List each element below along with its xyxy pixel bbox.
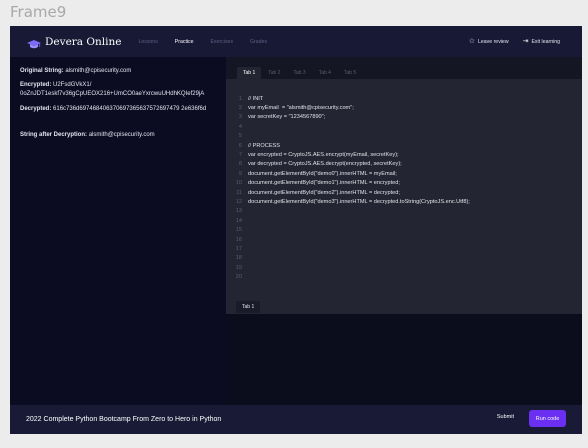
nav-grades[interactable]: Grades (250, 39, 267, 45)
encrypted-string: Encrypted: U2FsdGVkX1/ 0oZnJDT1eskf7v36g… (20, 81, 216, 99)
main-nav: Lessons Practice Exercises Grades (138, 39, 284, 45)
code-line[interactable]: 4 (226, 122, 582, 131)
line-number: 1 (238, 95, 242, 102)
brand[interactable]: Devera Online (27, 36, 121, 48)
code-line[interactable]: 17 (226, 244, 582, 253)
footer-bar: 2022 Complete Python Bootcamp From Zero … (10, 405, 582, 434)
code-line[interactable]: 10 document.getElementById("demo1").inner… (226, 179, 582, 188)
result-panel: Original String: alsmith@cpisecurity.com… (10, 57, 226, 405)
star-icon: ☆ (468, 38, 475, 45)
course-title: 2022 Complete Python Bootcamp From Zero … (26, 416, 222, 423)
code-text: // PROCESS (248, 142, 281, 149)
line-number: 2 (238, 105, 242, 112)
line-number: 6 (238, 142, 242, 149)
code-line[interactable]: 18 (226, 254, 582, 263)
original-label: Original String: (20, 68, 64, 74)
line-number: 8 (238, 161, 242, 168)
code-line[interactable]: 12 document.getElementById("demo3").inner… (226, 197, 582, 206)
line-number: 12 (235, 198, 242, 205)
code-editor[interactable]: Tab 1 Tab 2 Tab 3 Tab 4 Tab 5 1// INIT 2 v… (226, 57, 582, 314)
after-label: String after Decryption: (20, 131, 88, 138)
code-line[interactable]: 20 (226, 272, 582, 281)
code-text: var encrypted = CryptoJS.AES.encrypt(myE… (248, 152, 399, 159)
nav-exercises[interactable]: Exercises (211, 39, 234, 45)
run-code-button[interactable]: Run code (529, 410, 566, 427)
code-line[interactable]: 11 document.getElementById("demo2").inner… (226, 188, 582, 197)
app-window: Devera Online Lessons Practice Exercises… (10, 26, 582, 434)
code-line[interactable]: 13 (226, 207, 582, 216)
code-text: var decrypted = CryptoJS.AES.decrypt(enc… (248, 161, 402, 168)
nav-lessons[interactable]: Lessons (138, 39, 157, 45)
frame-label: Frame9 (10, 3, 67, 21)
nav-practice[interactable]: Practice (175, 39, 194, 45)
encrypted-value-2: 0oZnJDT1eskf7v36gCpUEOX216+UmCO0aeYxrcwu… (20, 91, 205, 98)
decrypted-string: Decrypted: 616c736d697468406370697365637… (20, 105, 216, 114)
code-line[interactable]: 7 var encrypted = CryptoJS.AES.encrypt(my… (226, 150, 582, 159)
encrypted-label: Encrypted: (20, 82, 52, 89)
code-area[interactable]: 1 // INIT 2 var myEmail = "alsmith@cpisecur… (226, 94, 582, 282)
line-number: 5 (238, 133, 242, 140)
exit-learning-button[interactable]: ⇥ Exit learning (523, 38, 560, 45)
submit-button[interactable]: Submit (497, 414, 514, 420)
decrypted-label: Decrypted: (20, 105, 52, 112)
code-text: document.getElementById("demo1").innerHT… (248, 180, 400, 187)
code-line[interactable]: 15 (226, 225, 582, 234)
code-text: document.getElementById("demo0").innerHT… (248, 170, 397, 177)
code-line[interactable]: 5 (226, 132, 582, 141)
after-value: alsmith@cpisecurity.com (88, 131, 155, 138)
output-tabs: Tab 1 (226, 299, 582, 314)
line-number: 11 (236, 189, 242, 196)
code-line[interactable]: 9 document.getElementById("demo0").innerH… (226, 169, 582, 178)
code-text: var myEmail = "alsmith@cpisecurity.com"; (248, 105, 354, 112)
code-line[interactable]: 14 (226, 216, 582, 225)
line-number: 4 (238, 123, 242, 130)
tab-3[interactable]: Tab 3 (287, 67, 311, 79)
code-line[interactable]: 1 // INIT (226, 94, 582, 103)
code-text: var secretKey = "1234567890"; (248, 114, 326, 121)
line-number: 14 (235, 217, 242, 224)
tab-2[interactable]: Tab 2 (262, 67, 286, 79)
tab-4[interactable]: Tab 4 (313, 67, 337, 79)
output-tab-1[interactable]: Tab 1 (236, 300, 261, 313)
top-header: Devera Online Lessons Practice Exercises… (10, 26, 582, 57)
leave-review-button[interactable]: ☆ Leave review (469, 38, 509, 45)
exit-learning-label: Exit learning (531, 38, 560, 45)
code-line[interactable]: 8 var decrypted = CryptoJS.AES.decrypt(en… (226, 160, 582, 169)
tab-5[interactable]: Tab 5 (338, 67, 362, 79)
code-text: document.getElementById("demo2").innerHT… (248, 189, 400, 196)
editor-tabs: Tab 1 Tab 2 Tab 3 Tab 4 Tab 5 (226, 57, 582, 79)
code-line[interactable]: 16 (226, 235, 582, 244)
original-string: Original String: alsmith@cpisecurity.com (20, 67, 216, 76)
encrypted-value-1: U2FsdGVkX1/ (53, 82, 92, 89)
code-line[interactable]: 6 // PROCESS (226, 141, 582, 150)
header-actions: ☆ Leave review ⇥ Exit learning (455, 26, 560, 57)
tab-1[interactable]: Tab 1 (237, 67, 262, 79)
decrypted-value: 616c736d697468406370697365637572697479 2… (53, 105, 207, 112)
code-line[interactable]: 19 (226, 263, 582, 272)
line-number: 17 (235, 245, 242, 252)
line-number: 3 (238, 114, 242, 121)
code-line[interactable]: 3 var secretKey = "1234567890"; (226, 113, 582, 122)
leave-review-label: Leave review (478, 38, 509, 45)
line-number: 7 (238, 152, 242, 159)
original-value: alsmith@cpisecurity.com (65, 68, 132, 74)
line-number: 15 (235, 227, 242, 234)
code-text: // INIT (248, 95, 264, 102)
line-number: 10 (235, 180, 242, 187)
line-number: 20 (235, 274, 242, 281)
line-number: 9 (238, 170, 242, 177)
line-number: 13 (235, 208, 242, 215)
code-text: document.getElementById("demo3").innerHT… (248, 198, 470, 205)
exit-icon: ⇥ (522, 38, 529, 45)
line-number: 18 (235, 255, 242, 262)
string-after-decryption: String after Decryption: alsmith@cpisecu… (20, 131, 216, 140)
brand-name: Devera Online (45, 35, 122, 48)
code-line[interactable]: 2 var myEmail = "alsmith@cpisecurity.com"… (226, 103, 582, 112)
output-console (226, 314, 582, 405)
graduation-cap-icon (27, 37, 41, 48)
line-number: 19 (235, 264, 242, 271)
line-number: 16 (235, 236, 242, 243)
